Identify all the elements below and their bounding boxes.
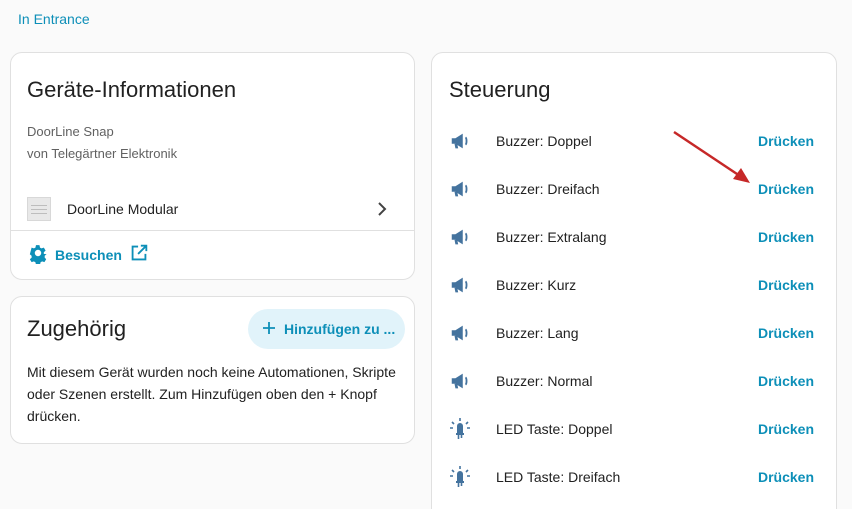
add-to-button[interactable]: Hinzufügen zu ... <box>248 309 405 349</box>
chevron-right-icon <box>370 197 394 221</box>
bullhorn-icon <box>448 129 472 153</box>
bullhorn-icon <box>448 321 472 345</box>
control-row: Buzzer: Doppel Drücken <box>432 117 836 165</box>
bullhorn-icon <box>448 369 472 393</box>
control-label: Buzzer: Kurz <box>496 277 577 293</box>
bullhorn-icon <box>448 273 472 297</box>
control-row: Buzzer: Extralang Drücken <box>432 213 836 261</box>
control-label: Buzzer: Normal <box>496 373 593 389</box>
controls-title: Steuerung <box>449 77 551 102</box>
press-button[interactable]: Drücken <box>758 463 814 491</box>
bullhorn-icon <box>448 177 472 201</box>
control-label: LED Taste: Dreifach <box>496 469 621 485</box>
control-row: LED Taste: Doppel Drücken <box>432 405 836 453</box>
bullhorn-icon <box>448 225 472 249</box>
device-image <box>27 197 51 221</box>
device-info-card: Geräte-Informationen DoorLine Snap von T… <box>10 52 415 280</box>
control-label: LED Taste: Doppel <box>496 421 613 437</box>
device-manufacturer: von Telegärtner Elektronik <box>27 146 178 161</box>
add-to-label: Hinzufügen zu ... <box>284 321 396 337</box>
control-row: Buzzer: Dreifach Drücken <box>432 165 836 213</box>
plus-icon <box>260 319 278 340</box>
press-button[interactable]: Drücken <box>758 271 814 299</box>
open-in-new-icon <box>128 242 150 269</box>
press-button[interactable]: Drücken <box>758 223 814 251</box>
visit-label: Besuchen <box>55 247 122 263</box>
gear-icon <box>27 242 49 269</box>
control-label: Buzzer: Lang <box>496 325 579 341</box>
control-row: LED Taste: Dreifach Drücken <box>432 453 836 501</box>
visit-link[interactable]: Besuchen <box>27 244 150 266</box>
press-button[interactable]: Drücken <box>758 175 814 203</box>
device-model: DoorLine Snap <box>27 124 114 139</box>
press-button[interactable]: Drücken <box>758 127 814 155</box>
breadcrumb-back-link[interactable]: In Entrance <box>18 11 90 27</box>
control-row: Buzzer: Lang Drücken <box>432 309 836 357</box>
divider <box>11 230 414 231</box>
controls-card: Steuerung Buzzer: Doppel Drücken Buzzer: D… <box>431 52 837 509</box>
control-label: Buzzer: Doppel <box>496 133 592 149</box>
control-label: Buzzer: Dreifach <box>496 181 600 197</box>
led-icon <box>448 465 472 489</box>
related-empty-text: Mit diesem Gerät wurden noch keine Autom… <box>27 364 396 424</box>
device-link-row[interactable]: DoorLine Modular <box>11 189 414 229</box>
related-card: Zugehörig Hinzufügen zu ... Mit diesem G… <box>10 296 415 444</box>
led-icon <box>448 417 472 441</box>
control-label: Buzzer: Extralang <box>496 229 607 245</box>
control-row: Buzzer: Kurz Drücken <box>432 261 836 309</box>
related-title: Zugehörig <box>27 316 127 341</box>
press-button[interactable]: Drücken <box>758 367 814 395</box>
press-button[interactable]: Drücken <box>758 319 814 347</box>
control-row: Buzzer: Normal Drücken <box>432 357 836 405</box>
press-button[interactable]: Drücken <box>758 415 814 443</box>
device-name: DoorLine Modular <box>67 201 179 217</box>
device-info-title: Geräte-Informationen <box>27 77 237 102</box>
